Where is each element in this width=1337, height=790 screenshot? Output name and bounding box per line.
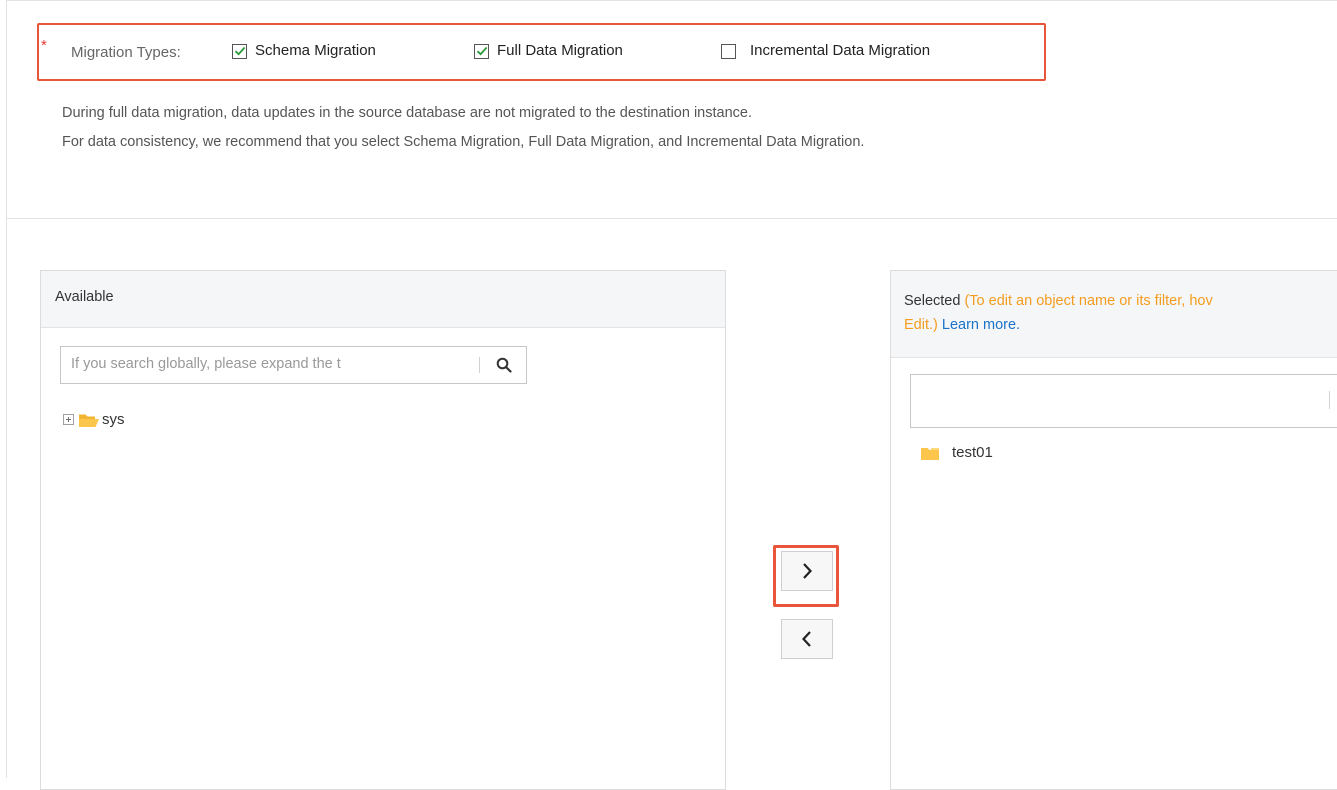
frame-top-border (6, 0, 1337, 1)
full-data-migration-checkbox[interactable]: Full Data Migration (474, 42, 623, 60)
available-panel: Available If you search globally, please… (40, 270, 726, 790)
search-divider (1329, 391, 1330, 409)
selected-hint-2: Edit.) (904, 317, 938, 333)
expand-icon[interactable] (63, 414, 74, 425)
tree-node-sys[interactable]: sys (63, 411, 125, 428)
available-title: Available (55, 289, 114, 305)
migration-note-1: During full data migration, data updates… (62, 105, 752, 121)
search-icon[interactable] (493, 354, 515, 376)
checkbox-box[interactable] (721, 43, 736, 59)
available-panel-header: Available (41, 271, 725, 328)
checkbox-box[interactable] (474, 43, 489, 59)
incremental-data-migration-checkbox[interactable]: Incremental Data Migration (721, 42, 930, 60)
tree-node-label: sys (102, 411, 125, 428)
migration-note-2: For data consistency, we recommend that … (62, 134, 865, 150)
selected-header-line-2: Edit.) Learn more. (904, 313, 1337, 337)
check-icon (234, 46, 245, 56)
learn-more-link[interactable]: Learn more. (942, 317, 1020, 333)
folder-open-icon (79, 414, 99, 427)
section-divider (6, 218, 1337, 219)
chevron-left-icon (801, 631, 811, 647)
selected-header-line-1: Selected (To edit an object name or its … (904, 289, 1337, 313)
selected-panel-header: Selected (To edit an object name or its … (891, 271, 1337, 358)
migration-types-label: Migration Types: (71, 44, 181, 61)
selected-item-label: test01 (952, 444, 993, 461)
selected-panel: Selected (To edit an object name or its … (890, 270, 1337, 790)
required-marker: * (41, 37, 47, 54)
schema-migration-checkbox[interactable]: Schema Migration (232, 42, 376, 60)
selected-search-box[interactable] (910, 374, 1337, 428)
schema-migration-label: Schema Migration (255, 42, 376, 59)
full-data-migration-label: Full Data Migration (497, 42, 623, 59)
available-search-input[interactable]: If you search globally, please expand th… (71, 356, 446, 372)
check-icon (476, 46, 487, 56)
chevron-right-icon (803, 563, 813, 579)
available-search-box[interactable]: If you search globally, please expand th… (60, 346, 527, 384)
checkbox-box[interactable] (232, 43, 247, 59)
frame-left-border (6, 0, 7, 778)
selected-title: Selected (904, 293, 961, 309)
folder-icon (921, 447, 939, 460)
search-divider (479, 357, 480, 373)
move-left-button[interactable] (781, 619, 833, 659)
move-right-button[interactable] (781, 551, 833, 591)
selected-hint-1: (To edit an object name or its filter, h… (964, 293, 1213, 309)
incremental-data-migration-label: Incremental Data Migration (750, 42, 931, 59)
selected-item-test01[interactable]: test01 (920, 444, 993, 461)
